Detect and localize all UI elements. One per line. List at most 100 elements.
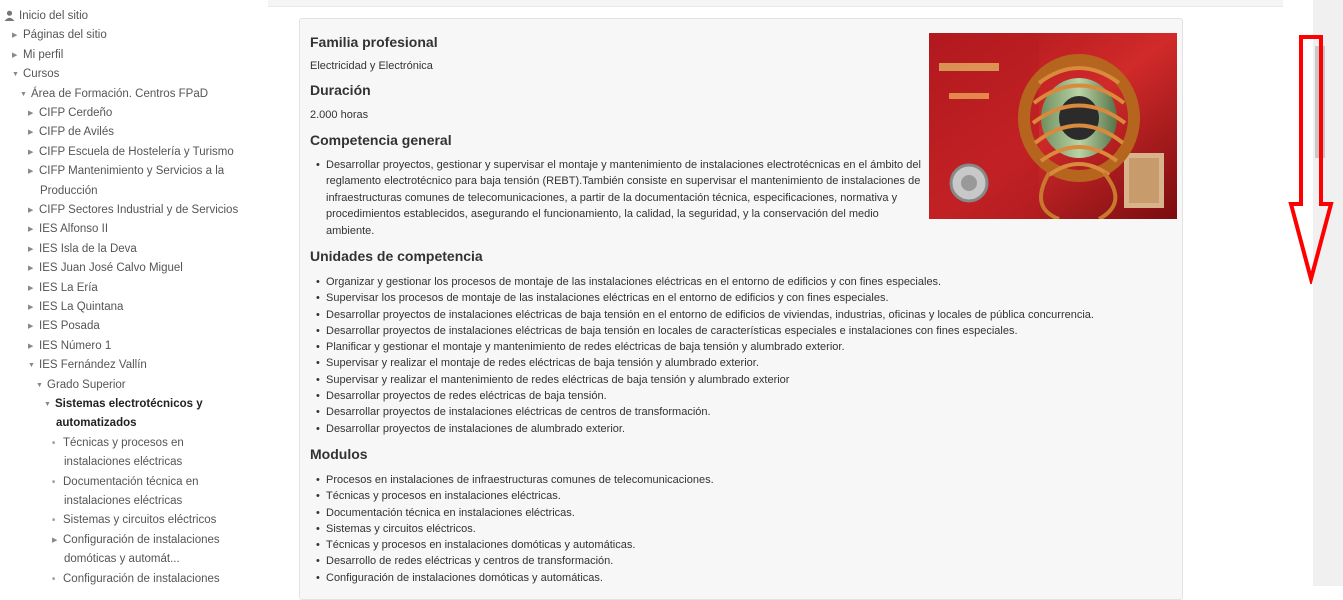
modulo-item: Técnicas y procesos en instalaciones elé… [316, 488, 714, 505]
unidad-item: Desarrollar proyectos de instalaciones e… [316, 307, 1094, 324]
sidebar-item[interactable]: ▶ IES Número 1 [28, 338, 111, 355]
sidebar-navigation: Inicio del sitio ▶ Páginas del sitio ▶ Mi pe… [0, 0, 268, 586]
sidebar-item-label: CIFP Cerdeño [39, 107, 113, 119]
sidebar-item-label: Área de Formación. Centros FPaD [31, 87, 209, 100]
sidebar-item[interactable]: ▶ CIFP Escuela de Hostelería y Turismo [28, 144, 234, 161]
sidebar-item[interactable]: ■ Configuración de instalaciones [52, 571, 220, 586]
unidad-item: Supervisar los procesos de montaje de la… [316, 290, 1094, 307]
sidebar-item[interactable]: ▶ CIFP Sectores Industrial y de Servicios [28, 202, 238, 219]
sidebar-item-label: automatizados [56, 417, 137, 430]
coil-photo-graphic [929, 33, 1177, 219]
sidebar-item-label: CIFP Mantenimiento y Servicios a la [39, 165, 225, 178]
chevron-down-icon: ▼ [12, 71, 19, 79]
sidebar-item[interactable]: ■ Sistemas y circuitos eléctricos [52, 512, 216, 529]
sidebar-item[interactable]: ▼ Grado Superior [36, 377, 126, 394]
sidebar-item-label: IES Isla de la Deva [39, 242, 137, 255]
sidebar-item[interactable]: ▶ IES Isla de la Deva [28, 241, 137, 258]
sidebar-item-label: IES Juan José Calvo Miguel [39, 262, 183, 275]
sidebar-item-label: Técnicas y procesos en [63, 436, 184, 449]
duracion-value: 2.000 horas [310, 109, 369, 121]
modulo-item: Procesos en instalaciones de infraestruc… [316, 472, 714, 489]
chevron-right-icon: ▶ [28, 226, 34, 234]
modulo-item: Técnicas y procesos en instalaciones dom… [316, 537, 714, 554]
sidebar-item-label: CIFP Escuela de Hostelería y Turismo [39, 145, 234, 158]
sidebar-item[interactable]: ▶ Páginas del sitio [12, 27, 107, 44]
sidebar-item-label: Cursos [23, 68, 60, 81]
sidebar-item[interactable]: ▶ IES Posada [28, 318, 100, 335]
sidebar-item-label: IES La Quintana [39, 301, 124, 313]
unidad-item: Supervisar y realizar el montaje de rede… [316, 355, 1094, 372]
sidebar-item-label: IES Número 1 [39, 339, 112, 352]
modulo-item: Configuración de instalaciones domóticas… [316, 570, 714, 587]
sidebar-item-label: Sistemas electrotécnicos y [55, 398, 203, 410]
chevron-right-icon: ▶ [12, 51, 18, 59]
chevron-right-icon: ▶ [28, 110, 34, 117]
sidebar-item: instalaciones eléctricas [64, 493, 182, 510]
sidebar-item[interactable]: ▶ Configuración de instalaciones [52, 532, 220, 549]
sidebar-item: instalaciones eléctricas [64, 454, 182, 471]
sidebar-item[interactable]: ▼ Área de Formación. Centros FPaD [20, 86, 208, 103]
sidebar-item-label: IES Fernández Vallín [39, 359, 147, 372]
modulos-heading: Modulos [310, 446, 368, 462]
chevron-right-icon: ▶ [28, 323, 34, 331]
sidebar-item[interactable]: ■ Documentación técnica en [52, 474, 199, 491]
unidad-item: Desarrollar proyectos de instalaciones d… [316, 421, 1094, 438]
sidebar-item[interactable]: ▼ IES Fernández Vallín [28, 357, 147, 374]
unidad-item: Desarrollar proyectos de instalaciones e… [316, 323, 1094, 340]
chevron-right-icon: ▶ [28, 129, 34, 137]
bullet-icon: ■ [52, 439, 56, 446]
chevron-down-icon: ▼ [28, 362, 35, 370]
sidebar-item[interactable]: ▶ CIFP de Avilés [28, 124, 114, 141]
sidebar-item-label: Producción [40, 184, 98, 197]
chevron-right-icon: ▶ [28, 284, 34, 292]
chevron-right-icon: ▶ [28, 265, 34, 273]
sidebar-item[interactable]: ▶ CIFP Mantenimiento y Servicios a la [28, 163, 224, 180]
sidebar-item: domóticas y automát... [64, 551, 180, 568]
familia-heading: Familia profesional [310, 34, 438, 50]
modulo-item: Desarrollo de redes eléctricas y centros… [316, 553, 714, 570]
sidebar-item[interactable]: ▼ Sistemas electrotécnicos y [44, 396, 203, 413]
sidebar-item-label: instalaciones eléctricas [64, 495, 183, 507]
chevron-right-icon: ▶ [28, 168, 34, 176]
chevron-right-icon: ▶ [52, 536, 58, 544]
down-arrow-icon [1288, 35, 1334, 284]
competencia-list: Desarrollar proyectos, gestionar y super… [316, 157, 926, 239]
chevron-right-icon: ▶ [28, 245, 34, 253]
sidebar-item-label: IES Alfonso II [39, 223, 109, 236]
sidebar-item-label: Configuración de instalaciones [63, 533, 220, 546]
sidebar-item-label: Documentación técnica en [63, 475, 199, 488]
bullet-icon: ■ [52, 517, 56, 524]
sidebar-item[interactable]: ▶ IES La Ería [28, 280, 98, 297]
unidad-item: Desarrollar proyectos de redes eléctrica… [316, 388, 1094, 405]
familia-value: Electricidad y Electrónica [310, 60, 433, 72]
chevron-down-icon: ▼ [20, 90, 27, 98]
sidebar-item[interactable]: ▶ Mi perfil [12, 47, 63, 64]
sidebar-item[interactable]: ■ Técnicas y procesos en [52, 435, 184, 452]
top-bar [268, 0, 1283, 7]
chevron-right-icon: ▶ [28, 207, 34, 214]
sidebar-item-label: CIFP Sectores Industrial y de Servicios [39, 204, 239, 216]
sidebar-item[interactable]: ▼ Cursos [12, 66, 59, 83]
sidebar-item: automatizados [56, 415, 137, 432]
sidebar-item-label: Sistemas y circuitos eléctricos [63, 514, 217, 527]
competencia-heading: Competencia general [310, 132, 452, 148]
sidebar-item[interactable]: ▶ CIFP Cerdeño [28, 105, 112, 122]
sidebar-item[interactable]: ▶ IES Alfonso II [28, 221, 108, 238]
chevron-right-icon: ▶ [28, 304, 34, 311]
chevron-right-icon: ▶ [28, 342, 34, 350]
chevron-right-icon: ▶ [28, 148, 34, 156]
sidebar-item-label: IES La Ería [39, 281, 98, 294]
unidad-item: Planificar y gestionar el montaje y mant… [316, 339, 1094, 356]
chevron-down-icon: ▼ [36, 381, 43, 389]
unidades-list: Organizar y gestionar los procesos de mo… [316, 274, 1094, 437]
sidebar-item[interactable]: ▶ IES Juan José Calvo Miguel [28, 260, 183, 277]
sidebar-item-label: Páginas del sitio [23, 29, 107, 42]
chevron-right-icon: ▶ [12, 32, 18, 40]
sidebar-item-label: CIFP de Avilés [39, 126, 115, 139]
sidebar-item[interactable]: ▶ IES La Quintana [28, 299, 123, 316]
sidebar-item[interactable]: Inicio del sitio [4, 8, 88, 27]
sidebar-item-label: Grado Superior [47, 378, 126, 391]
bullet-icon: ■ [52, 478, 56, 485]
unidad-item: Organizar y gestionar los procesos de mo… [316, 274, 1094, 291]
unidades-heading: Unidades de competencia [310, 248, 483, 264]
